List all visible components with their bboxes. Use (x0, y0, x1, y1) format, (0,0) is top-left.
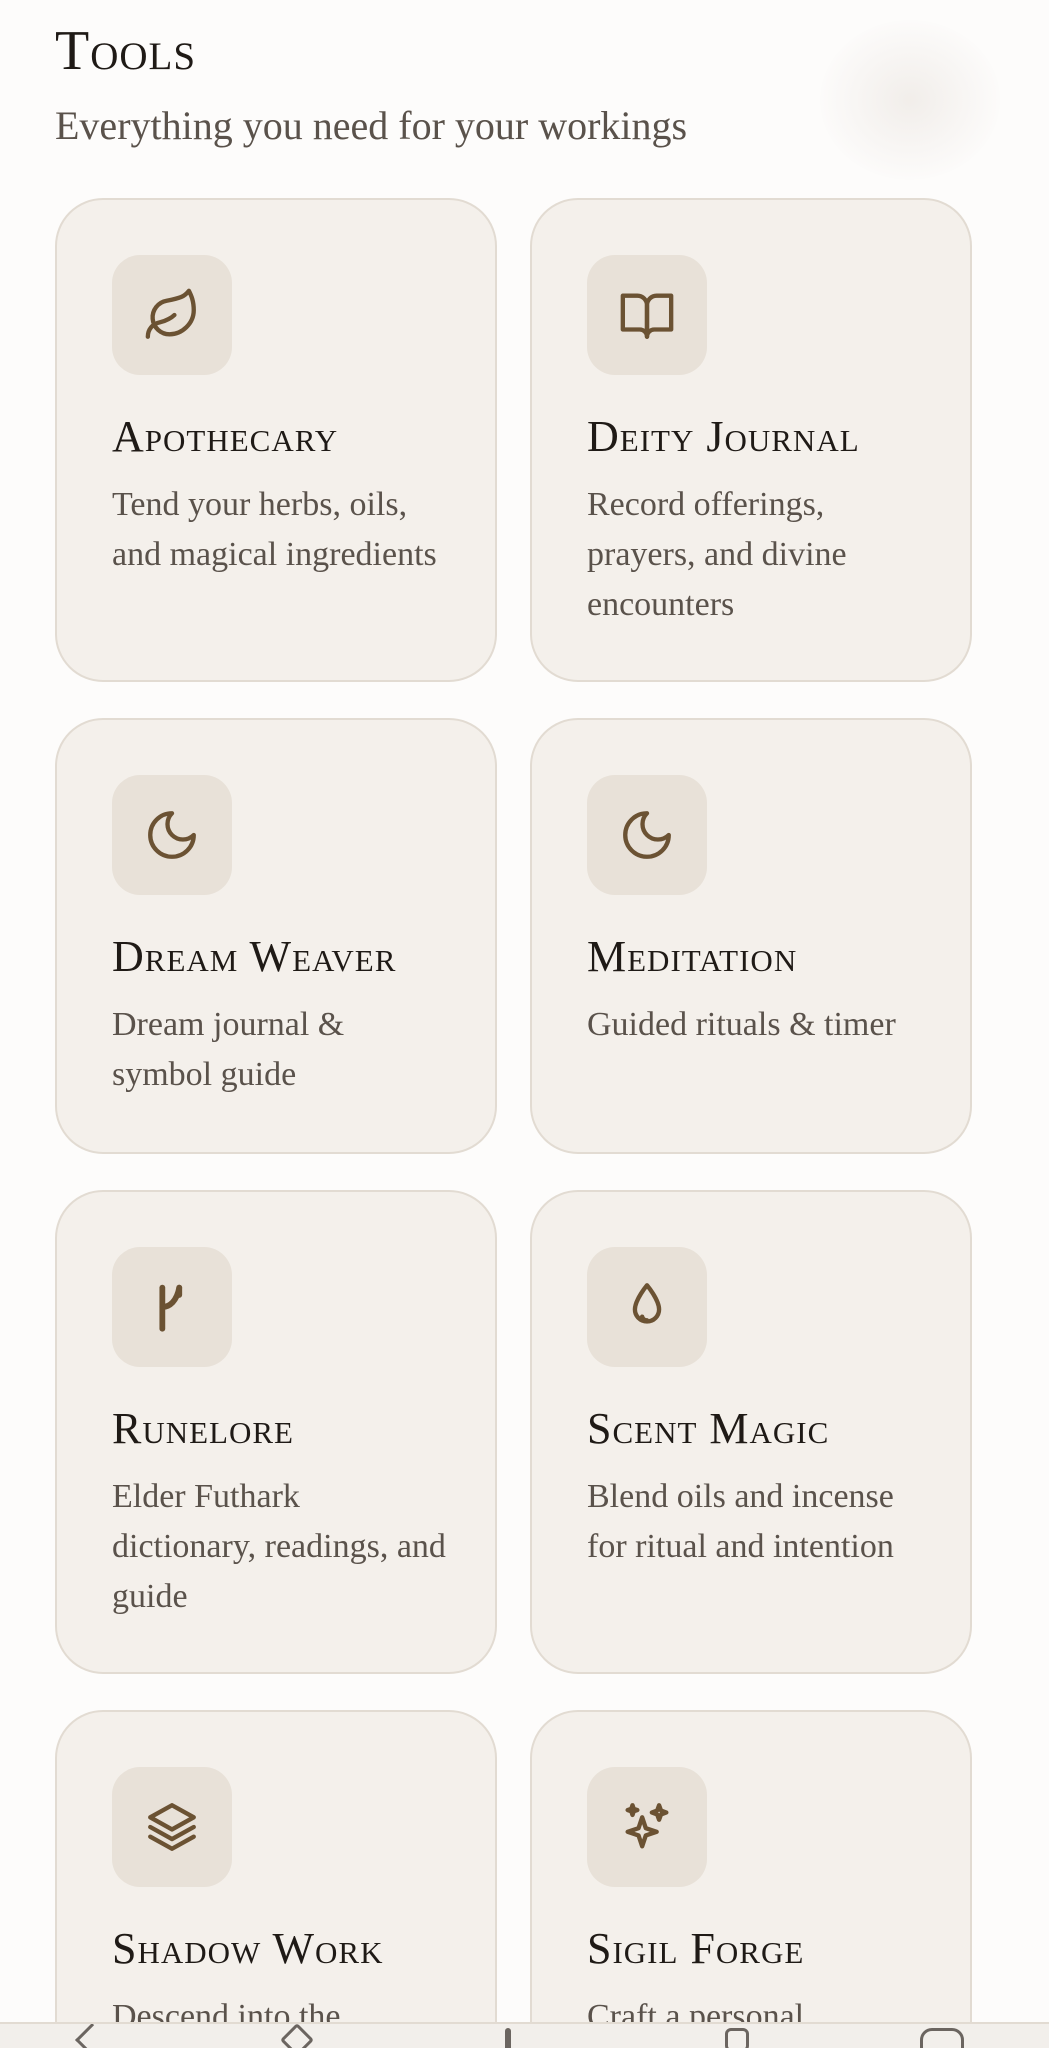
icon-tile (112, 255, 232, 375)
tool-title: Deity Journal (587, 412, 860, 461)
rune-icon (159, 1284, 183, 1332)
tool-title: Scent Magic (587, 1404, 830, 1453)
tool-card-deity-journal[interactable]: Deity Journal Record offerings, prayers,… (530, 198, 972, 682)
moon-icon (623, 811, 671, 859)
layers-icon (148, 1803, 196, 1851)
tool-description: Tend your herbs, oils, and magical ingre… (112, 486, 437, 573)
tool-card-dream-weaver[interactable]: Dream Weaver Dream journal & symbol guid… (55, 718, 497, 1154)
compass-icon[interactable] (280, 2024, 314, 2048)
menu-icon[interactable] (920, 2028, 964, 2048)
icon-tile (587, 255, 707, 375)
tool-card-meditation[interactable]: Meditation Guided rituals & timer (530, 718, 972, 1154)
tool-description: Blend oils and incense for ritual and in… (587, 1478, 894, 1565)
page-title: Tools (55, 20, 197, 82)
tool-title: Apothecary (112, 412, 339, 461)
droplet-icon (632, 1283, 662, 1324)
back-icon[interactable] (75, 2024, 109, 2048)
tool-title: Meditation (587, 932, 798, 981)
icon-tile (587, 1767, 707, 1887)
book-open-icon (620, 293, 674, 339)
tool-description: Elder Futhark dictionary, readings, and … (112, 1478, 446, 1615)
tool-title: Sigil Forge (587, 1924, 805, 1973)
tool-description: Dream journal & symbol guide (112, 1006, 345, 1093)
sparkles-icon (625, 1803, 669, 1849)
tool-card-apothecary[interactable]: Apothecary Tend your herbs, oils, and ma… (55, 198, 497, 682)
icon-tile (112, 1247, 232, 1367)
icon-tile (112, 1767, 232, 1887)
tool-description: Guided rituals & timer (587, 1006, 896, 1043)
moon-icon (148, 811, 196, 859)
tool-card-sigil-forge[interactable]: Sigil Forge Craft a personal (530, 1710, 972, 2048)
icon-tile (587, 1247, 707, 1367)
tool-card-runelore[interactable]: Runelore Elder Futhark dictionary, readi… (55, 1190, 497, 1674)
dot-icon[interactable] (505, 2028, 511, 2048)
tool-title: Runelore (112, 1404, 294, 1453)
tool-description: Record offerings, prayers, and divine en… (587, 486, 847, 623)
tool-title: Shadow Work (112, 1924, 384, 1973)
page-subtitle: Everything you need for your workings (55, 103, 688, 148)
icon-tile (587, 775, 707, 895)
icon-tile (112, 775, 232, 895)
tool-card-scent-magic[interactable]: Scent Magic Blend oils and incense for r… (530, 1190, 972, 1674)
leaf-icon (145, 288, 196, 339)
decorative-glow (820, 20, 1000, 180)
tool-card-shadow-work[interactable]: Shadow Work Descend into the (55, 1710, 497, 2048)
tool-title: Dream Weaver (112, 932, 397, 981)
bottom-nav-bar[interactable] (0, 2022, 1049, 2048)
grid-icon[interactable] (725, 2028, 749, 2048)
